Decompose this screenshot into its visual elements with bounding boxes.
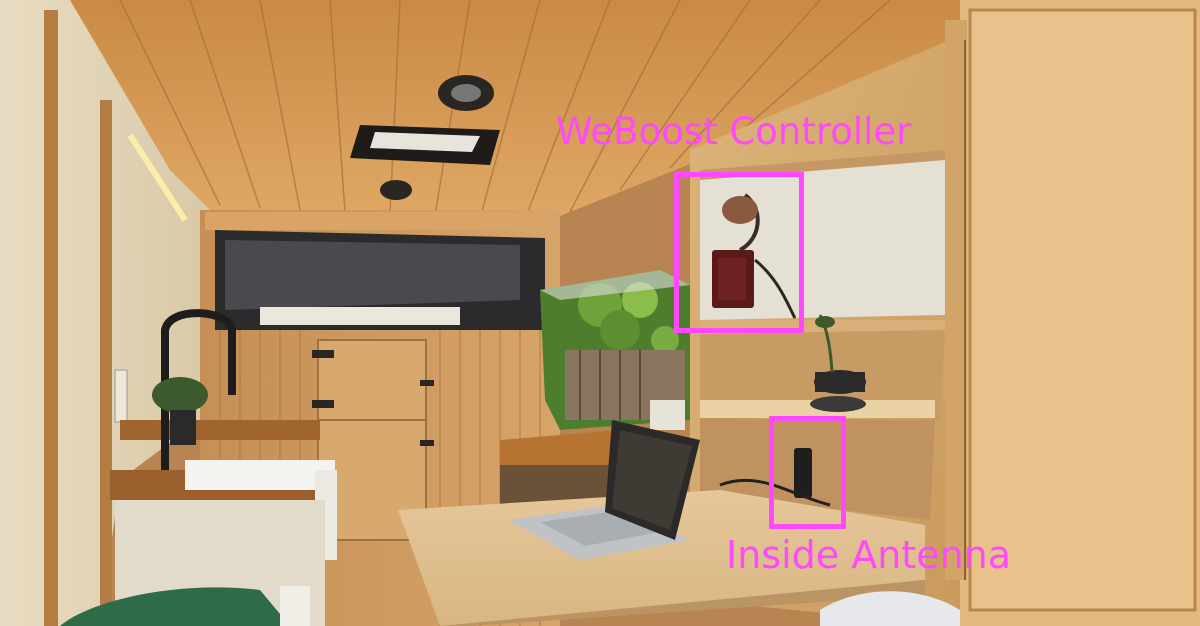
controller-highlight-box [674, 172, 804, 333]
antenna-annotation-label: Inside Antenna [726, 533, 1012, 577]
antenna-highlight-box [769, 416, 846, 529]
van-interior-illustration [0, 0, 1200, 626]
sink [185, 460, 335, 490]
van-interior-photo: WeBoost Controller Inside Antenna [0, 0, 1200, 626]
controller-annotation-label: WeBoost Controller [556, 110, 912, 153]
